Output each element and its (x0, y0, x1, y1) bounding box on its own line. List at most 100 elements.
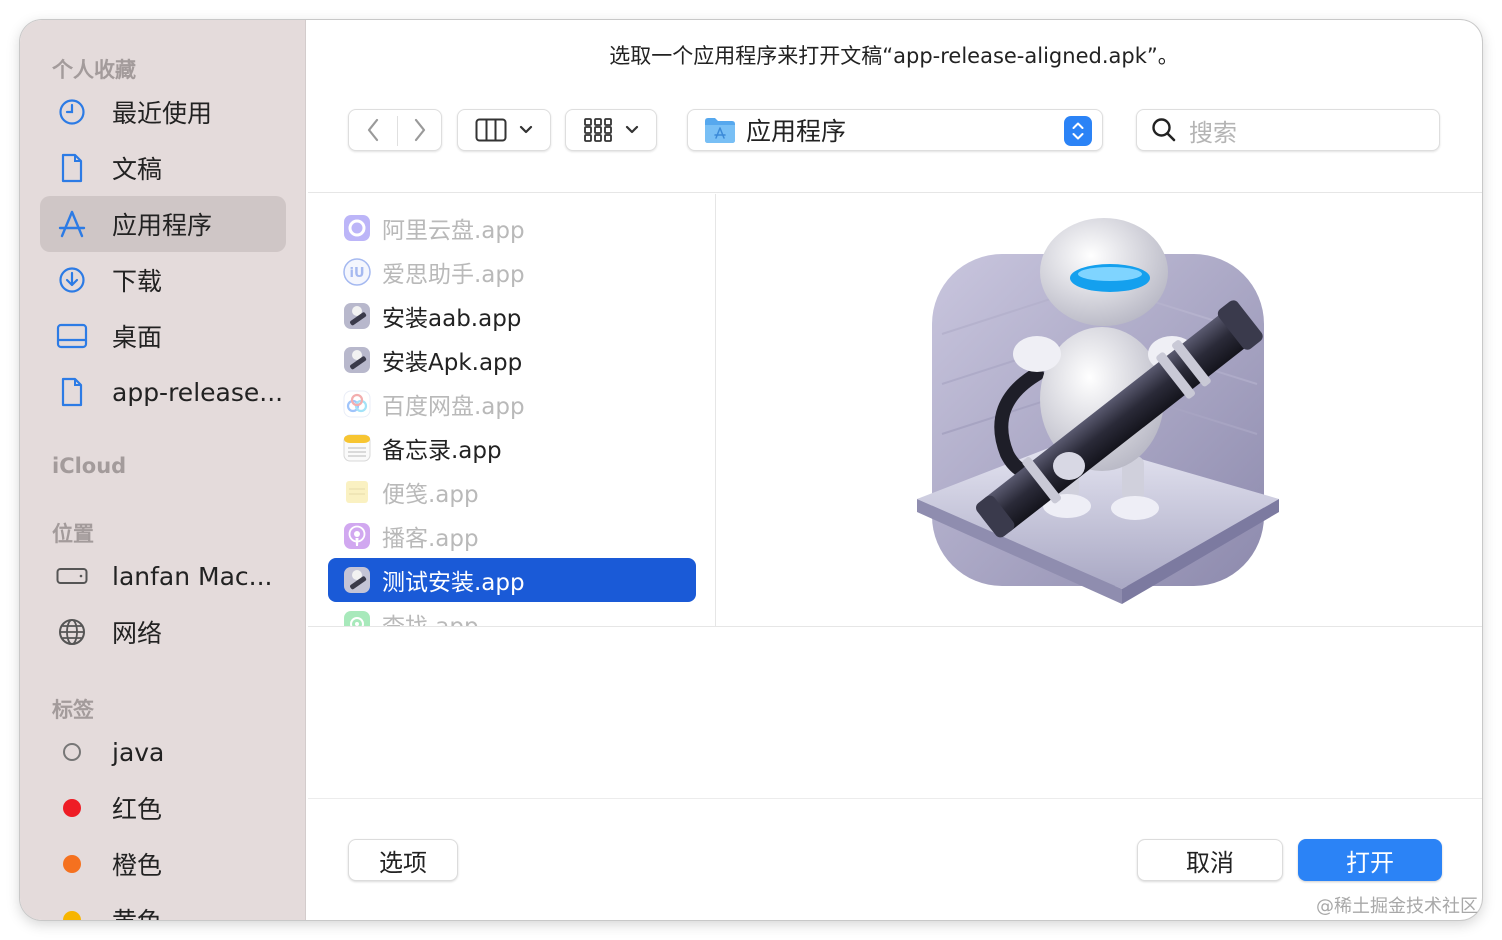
automator-icon (342, 301, 372, 331)
sidebar-header-tags: 标签 (52, 698, 94, 722)
file-item[interactable]: 备忘录.app (328, 426, 696, 470)
sidebar-item-label: 下载 (112, 267, 163, 296)
file-name: 备忘录.app (382, 438, 502, 464)
cancel-button[interactable]: 取消 (1137, 839, 1283, 881)
automator-app-icon (917, 218, 1279, 604)
forward-button[interactable] (397, 110, 443, 150)
preview-divider (308, 626, 1482, 627)
grid-view-icon (584, 118, 612, 142)
chevron-right-icon (414, 118, 426, 142)
document-icon (52, 152, 92, 184)
applications-folder-icon (704, 116, 736, 144)
file-item[interactable]: 查找.app (328, 602, 696, 626)
open-button[interactable]: 打开 (1298, 839, 1442, 881)
file-item[interactable]: 百度网盘.app (328, 382, 696, 426)
options-button[interactable]: 选项 (348, 839, 458, 881)
file-item[interactable]: 阿里云盘.app (328, 206, 696, 250)
columns-view-icon (475, 118, 507, 142)
search-placeholder: 搜索 (1189, 118, 1237, 147)
file-name: 便笺.app (382, 482, 479, 508)
disk-icon (52, 560, 92, 592)
sidebar-header-icloud: iCloud (52, 454, 127, 478)
file-item[interactable]: 播客.app (328, 514, 696, 558)
sidebar-tag-orange[interactable]: 橙色 (40, 836, 286, 892)
sidebar-item-mac-disk[interactable]: lanfan Mac... (40, 548, 286, 604)
podcasts-icon (342, 521, 372, 551)
file-list[interactable]: 阿里云盘.app iU 爱思助手.app 安装aab.app 安装Apk.app (308, 194, 716, 626)
notes-icon (342, 433, 372, 463)
dialog-title: 选取一个应用程序来打开文稿“app-release-aligned.apk”。 (609, 44, 1179, 68)
sidebar-item-label: lanfan Mac... (112, 561, 273, 591)
view-columns-button[interactable] (457, 109, 551, 151)
automator-icon (342, 565, 372, 595)
automator-icon (342, 345, 372, 375)
preview-pane (717, 194, 1480, 626)
sidebar-item-label: 网络 (112, 619, 163, 648)
search-field[interactable]: 搜索 (1136, 109, 1440, 151)
clock-icon (52, 96, 92, 128)
back-forward-group (348, 109, 442, 151)
stepper-arrows-icon (1064, 116, 1092, 146)
red-tag-icon (52, 792, 92, 824)
file-name: 百度网盘.app (382, 394, 525, 420)
sidebar: 个人收藏 最近使用 文稿 应用程序 下载 桌面 app-release... i… (20, 20, 306, 920)
findmy-icon (342, 609, 372, 626)
aliyun-icon (342, 213, 372, 243)
sidebar-item-label: java (112, 737, 165, 767)
tag-outline-icon (52, 736, 92, 768)
chevron-down-icon (625, 125, 639, 134)
view-grid-button[interactable] (565, 109, 657, 151)
file-name: 爱思助手.app (382, 262, 525, 288)
sidebar-item-label: 黄色 (112, 902, 162, 920)
file-item[interactable]: iU 爱思助手.app (328, 250, 696, 294)
baidu-icon (342, 389, 372, 419)
search-icon (1151, 117, 1177, 143)
chevron-down-icon (519, 125, 533, 134)
sidebar-item-label: 最近使用 (112, 99, 213, 128)
sidebar-header-locations: 位置 (52, 522, 94, 546)
sidebar-item-label: 文稿 (112, 155, 163, 184)
sidebar-item-label: 应用程序 (112, 211, 213, 240)
file-name: 播客.app (382, 526, 479, 552)
file-name: 阿里云盘.app (382, 218, 525, 244)
file-item-selected[interactable]: 测试安装.app (328, 558, 696, 602)
watermark: @稀土掘金技术社区 (1316, 896, 1478, 917)
sidebar-item-label: 橙色 (112, 851, 163, 880)
sidebar-item-downloads[interactable]: 下载 (40, 252, 286, 308)
sidebar-tag-yellow[interactable]: 黄色 (40, 892, 286, 920)
sidebar-item-desktop[interactable]: 桌面 (40, 308, 286, 364)
file-name: 查找.app (382, 607, 479, 626)
sidebar-item-app-release[interactable]: app-release... (40, 364, 286, 420)
sidebar-item-applications[interactable]: 应用程序 (40, 196, 286, 252)
file-name: 安装aab.app (382, 306, 522, 332)
document-icon (52, 376, 92, 408)
yellow-tag-icon (52, 904, 92, 920)
sidebar-item-label: app-release... (112, 377, 284, 407)
file-name: 测试安装.app (382, 570, 525, 596)
svg-text:iU: iU (349, 266, 364, 281)
desktop-icon (52, 320, 92, 352)
sidebar-tag-red[interactable]: 红色 (40, 780, 286, 836)
sidebar-header-favorites: 个人收藏 (52, 58, 136, 82)
sidebar-item-label: 红色 (112, 795, 163, 824)
file-item[interactable]: 安装Apk.app (328, 338, 696, 382)
file-name: 安装Apk.app (382, 350, 523, 376)
sidebar-item-documents[interactable]: 文稿 (40, 140, 286, 196)
footer-divider (308, 798, 1482, 799)
toolbar-divider (308, 192, 1482, 193)
location-popup[interactable]: 应用程序 (687, 109, 1103, 151)
back-button[interactable] (349, 110, 396, 150)
sidebar-item-label: 桌面 (112, 323, 163, 352)
applications-icon (52, 208, 92, 240)
stickies-icon (342, 477, 372, 507)
sidebar-item-recents[interactable]: 最近使用 (40, 84, 286, 140)
file-item[interactable]: 便笺.app (328, 470, 696, 514)
location-label: 应用程序 (746, 117, 847, 146)
sidebar-item-network[interactable]: 网络 (40, 604, 286, 660)
sidebar-tag-java[interactable]: java (40, 724, 286, 780)
globe-icon (52, 616, 92, 648)
orange-tag-icon (52, 848, 92, 880)
i4-icon: iU (342, 257, 372, 287)
chevron-left-icon (367, 118, 378, 142)
file-item[interactable]: 安装aab.app (328, 294, 696, 338)
